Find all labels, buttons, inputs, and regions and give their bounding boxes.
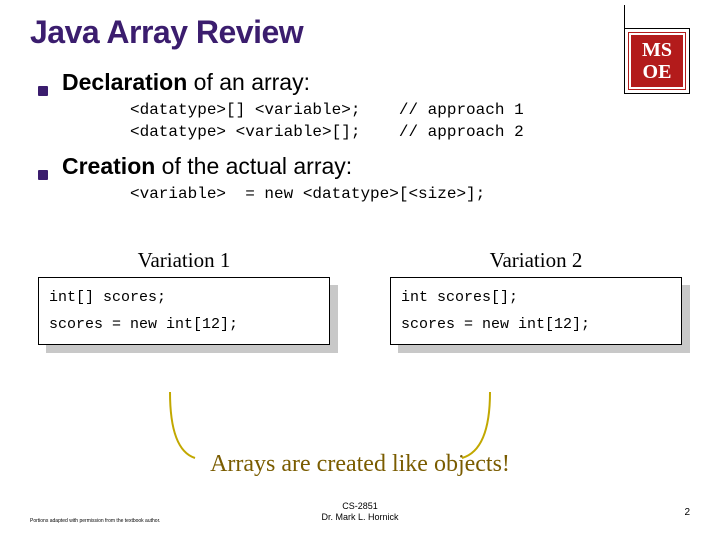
bullet-icon [38,86,48,96]
bullet-declaration: Declaration of an array: [38,69,690,96]
footer-center: CS-2851 Dr. Mark L. Hornick [321,501,398,524]
code-creation: <variable> = new <datatype>[<size>]; [130,184,690,206]
bullet-rest: of the actual array: [155,153,352,179]
variation1-code: int[] scores; scores = new int[12]; [38,277,330,345]
variation1-label: Variation 1 [38,248,330,273]
logo-line1: MS [642,39,672,61]
bullet-icon [38,170,48,180]
logo-line2: OE [643,61,672,83]
bullet-creation: Creation of the actual array: [38,153,690,180]
slide-title: Java Array Review [30,14,690,51]
bullet-bold: Declaration [62,69,187,95]
footer-left: Portions adapted with permission from th… [30,518,180,524]
callout-text: Arrays are created like objects! [0,451,720,478]
code-declaration: <datatype>[] <variable>; // approach 1 <… [130,100,690,143]
variation2-code: int scores[]; scores = new int[12]; [390,277,682,345]
footer-course: CS-2851 [342,501,378,511]
logo: MS OE [624,28,690,94]
bullet-rest: of an array: [187,69,310,95]
footer-author: Dr. Mark L. Hornick [321,512,398,522]
slide-number: 2 [684,507,690,518]
variation2-label: Variation 2 [390,248,682,273]
bullet-bold: Creation [62,153,155,179]
